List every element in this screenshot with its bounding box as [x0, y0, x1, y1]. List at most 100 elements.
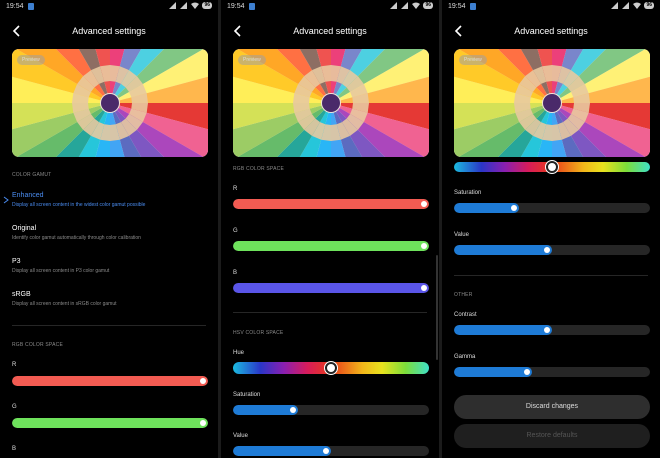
battery-icon: 96	[644, 2, 654, 9]
slider-knob[interactable]	[546, 161, 558, 173]
option-title: P3	[12, 258, 21, 265]
app-bar: Advanced settings	[221, 20, 439, 42]
signal-icon	[390, 2, 398, 9]
slider-knob[interactable]	[510, 205, 517, 211]
page-title: Advanced settings	[293, 26, 367, 36]
slider-saturation[interactable]	[233, 405, 429, 415]
option-desc: Display all screen content in P3 color g…	[12, 268, 110, 274]
slider-knob[interactable]	[200, 378, 206, 384]
slider-value[interactable]	[233, 446, 429, 456]
slider-fill	[454, 203, 519, 213]
signal-icon	[169, 2, 177, 9]
discard-changes-button[interactable]: Discard changes	[454, 395, 650, 419]
slider-label-saturation: Saturation	[233, 392, 261, 398]
screen-3: 19:54 96 Advanced settings Preview Satur…	[442, 0, 660, 458]
slider-hue[interactable]	[454, 161, 650, 173]
section-rgb: RGB COLOR SPACE	[12, 342, 63, 348]
notification-icon	[28, 3, 34, 10]
app-bar: Advanced settings	[0, 20, 218, 42]
preview-badge: Preview	[459, 55, 487, 65]
slider-knob[interactable]	[544, 327, 550, 333]
slider-g[interactable]	[12, 418, 208, 428]
app-bar: Advanced settings	[442, 20, 660, 42]
section-rgb: RGB COLOR SPACE	[233, 166, 284, 172]
slider-label-b: B	[233, 270, 238, 276]
slider-b[interactable]	[233, 283, 429, 293]
slider-knob[interactable]	[421, 201, 427, 207]
slider-r[interactable]	[12, 376, 208, 386]
preview-badge: Preview	[17, 55, 45, 65]
screen-1: 19:54 96 Advanced settings Preview COLOR…	[0, 0, 218, 458]
page-title: Advanced settings	[72, 26, 146, 36]
section-hsv: HSV COLOR SPACE	[233, 330, 284, 336]
signal-icon	[180, 2, 188, 9]
preview-image: Preview	[12, 49, 208, 157]
slider-knob[interactable]	[325, 362, 337, 374]
restore-defaults-button[interactable]: Restore defaults	[454, 424, 650, 448]
preview-badge: Preview	[238, 55, 266, 65]
status-time: 19:54	[227, 3, 245, 10]
screen-2: 19:54 96 Advanced settings Preview RGB C…	[221, 0, 439, 458]
slider-fill	[233, 241, 429, 251]
slider-knob[interactable]	[323, 448, 329, 454]
slider-knob[interactable]	[200, 420, 206, 426]
pencils-image	[454, 49, 650, 157]
status-bar: 19:54 96	[221, 0, 439, 14]
slider-g[interactable]	[233, 241, 429, 251]
slider-fill	[233, 283, 429, 293]
notification-icon	[249, 3, 255, 10]
section-color-gamut: COLOR GAMUT	[12, 172, 52, 178]
slider-label-value: Value	[454, 232, 469, 238]
divider	[233, 312, 427, 313]
status-time: 19:54	[448, 3, 466, 10]
battery-icon: 96	[423, 2, 433, 9]
slider-saturation[interactable]	[454, 203, 650, 213]
slider-label-gamma: Gamma	[454, 354, 476, 360]
wifi-icon	[633, 2, 642, 9]
slider-fill	[233, 446, 331, 456]
slider-knob[interactable]	[421, 243, 427, 249]
status-bar: 19:54 96	[0, 0, 218, 14]
option-title: Enhanced	[12, 192, 44, 199]
slider-label-g: G	[233, 228, 238, 234]
signal-icon	[622, 2, 630, 9]
divider	[12, 325, 206, 326]
battery-icon: 96	[202, 2, 212, 9]
slider-hue[interactable]	[233, 362, 429, 374]
notification-icon	[470, 3, 476, 10]
slider-label-r: R	[12, 362, 17, 368]
slider-label-saturation: Saturation	[454, 190, 482, 196]
slider-label-g: G	[12, 404, 17, 410]
signal-icon	[611, 2, 619, 9]
slider-label-value: Value	[233, 433, 248, 439]
option-desc: Identify color gamut automatically throu…	[12, 235, 141, 241]
preview-image: Preview	[233, 49, 429, 157]
slider-fill	[12, 376, 208, 386]
slider-value[interactable]	[454, 245, 650, 255]
slider-gamma[interactable]	[454, 367, 650, 377]
section-other: OTHER	[454, 292, 473, 298]
slider-label-r: R	[233, 186, 238, 192]
slider-fill	[454, 367, 533, 377]
pencils-image	[12, 49, 208, 157]
slider-r[interactable]	[233, 199, 429, 209]
status-time: 19:54	[6, 3, 24, 10]
slider-fill	[454, 325, 552, 335]
scrollbar[interactable]	[436, 255, 438, 360]
slider-label-b: B	[12, 446, 17, 452]
slider-fill	[454, 245, 552, 255]
page-title: Advanced settings	[514, 26, 588, 36]
option-desc: Display all screen content in sRGB color…	[12, 301, 117, 307]
option-title: sRGB	[12, 291, 31, 298]
slider-knob[interactable]	[421, 285, 427, 291]
preview-image: Preview	[454, 49, 650, 157]
signal-icon	[401, 2, 409, 9]
status-bar: 19:54 96	[442, 0, 660, 14]
slider-contrast[interactable]	[454, 325, 650, 335]
slider-label-hue: Hue	[233, 350, 245, 356]
chevron-right-icon	[3, 196, 9, 204]
slider-fill	[233, 199, 429, 209]
slider-knob[interactable]	[289, 407, 296, 413]
wifi-icon	[412, 2, 421, 9]
slider-knob[interactable]	[544, 247, 550, 253]
